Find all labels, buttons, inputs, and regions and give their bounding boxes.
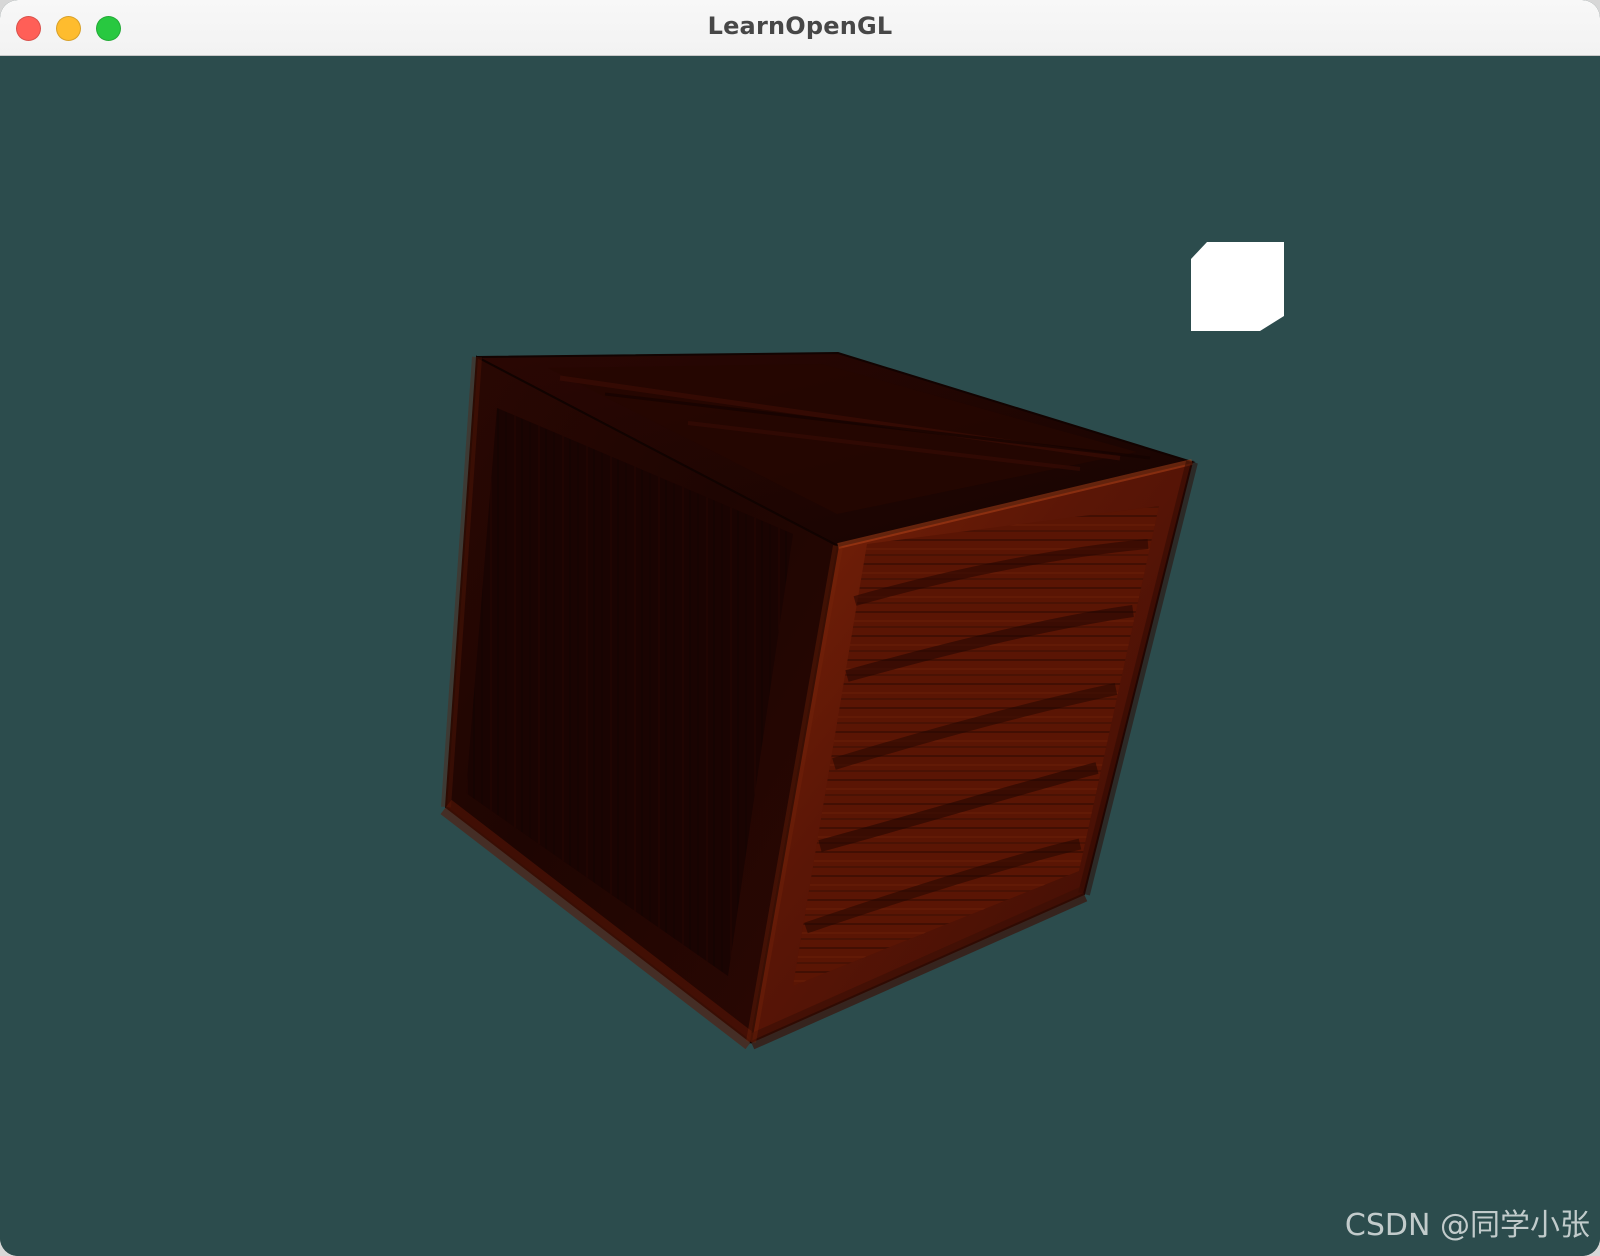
app-window: LearnOpenGL CSDN @同学小张 [0,0,1600,1256]
watermark-text: CSDN @同学小张 [1344,1208,1590,1243]
opengl-viewport[interactable]: CSDN @同学小张 [0,56,1600,1256]
render-scene [440,242,1284,1050]
title-bar[interactable]: LearnOpenGL [0,0,1600,56]
window-title: LearnOpenGL [707,12,893,40]
wooden-crate [440,351,1198,1050]
light-cube [1191,242,1284,331]
